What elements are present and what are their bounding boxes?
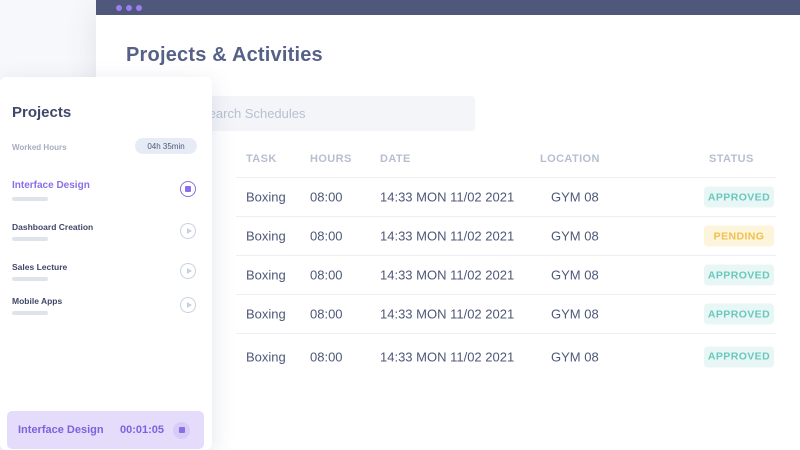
cell-location: GYM 08 bbox=[551, 349, 599, 364]
cell-date: 14:33 MON 11/02 2021 bbox=[380, 228, 515, 244]
play-icon[interactable] bbox=[180, 297, 196, 313]
project-progress-bar bbox=[12, 277, 48, 281]
timer-project-label: Interface Design bbox=[18, 424, 104, 436]
active-timer[interactable]: Interface Design 00:01:05 bbox=[7, 411, 204, 449]
table-row[interactable]: Boxing 08:00 14:33 MON 11/02 2021 GYM 08… bbox=[236, 178, 776, 217]
cell-hours: 08:00 bbox=[310, 349, 343, 364]
sidebar-title: Projects bbox=[12, 104, 72, 121]
project-item-interface-design[interactable]: Interface Design bbox=[12, 180, 198, 210]
cell-task: Boxing bbox=[246, 267, 286, 283]
status-badge: APPROVED bbox=[704, 186, 774, 208]
stop-icon[interactable] bbox=[173, 421, 190, 439]
project-label: Dashboard Creation bbox=[12, 222, 94, 232]
header-task[interactable]: TASK bbox=[246, 153, 277, 165]
table-row[interactable]: Boxing 08:00 14:33 MON 11/02 2021 GYM 08… bbox=[236, 295, 776, 334]
project-item-mobile-apps[interactable]: Mobile Apps bbox=[12, 296, 198, 326]
status-badge: APPROVED bbox=[704, 303, 774, 325]
window-maximize-dot-icon[interactable] bbox=[136, 4, 142, 11]
play-icon[interactable] bbox=[180, 263, 196, 279]
cell-hours: 08:00 bbox=[310, 267, 343, 283]
cell-task: Boxing bbox=[246, 228, 286, 244]
status-badge: APPROVED bbox=[704, 264, 774, 286]
window-minimize-dot-icon[interactable] bbox=[126, 4, 132, 11]
cell-location: GYM 08 bbox=[551, 306, 599, 322]
cell-date: 14:33 MON 11/02 2021 bbox=[380, 267, 515, 283]
header-status[interactable]: STATUS bbox=[709, 153, 754, 165]
cell-hours: 08:00 bbox=[310, 189, 343, 205]
cell-hours: 08:00 bbox=[310, 306, 343, 322]
project-label: Mobile Apps bbox=[12, 296, 63, 306]
project-progress-bar bbox=[12, 311, 48, 315]
project-progress-bar bbox=[12, 197, 48, 201]
project-label: Interface Design bbox=[12, 180, 90, 191]
stop-icon[interactable] bbox=[180, 181, 196, 197]
cell-date: 14:33 MON 11/02 2021 bbox=[380, 306, 515, 322]
activities-table: TASK HOURS DATE LOCATION STATUS Boxing 0… bbox=[236, 146, 776, 379]
status-badge: PENDING bbox=[704, 225, 774, 247]
cell-task: Boxing bbox=[246, 306, 286, 322]
table-row[interactable]: Boxing 08:00 14:33 MON 11/02 2021 GYM 08… bbox=[236, 256, 776, 295]
window-close-dot-icon[interactable] bbox=[116, 4, 122, 11]
page-title: Projects & Activities bbox=[126, 44, 323, 66]
header-hours[interactable]: HOURS bbox=[310, 153, 352, 165]
header-date[interactable]: DATE bbox=[380, 153, 411, 165]
app-stage: Projects & Activities TASK HOURS DATE LO… bbox=[0, 0, 800, 450]
table-row[interactable]: Boxing 08:00 14:33 MON 11/02 2021 GYM 08… bbox=[236, 334, 776, 379]
project-progress-bar bbox=[12, 237, 48, 241]
cell-location: GYM 08 bbox=[551, 228, 599, 244]
cell-task: Boxing bbox=[246, 189, 286, 205]
cell-location: GYM 08 bbox=[551, 267, 599, 283]
header-location[interactable]: LOCATION bbox=[540, 153, 600, 165]
table-header: TASK HOURS DATE LOCATION STATUS bbox=[236, 146, 776, 178]
window-titlebar bbox=[96, 0, 800, 15]
status-badge: APPROVED bbox=[704, 346, 774, 367]
project-label: Sales Lecture bbox=[12, 262, 68, 272]
timer-elapsed-time: 00:01:05 bbox=[120, 424, 165, 436]
table-row[interactable]: Boxing 08:00 14:33 MON 11/02 2021 GYM 08… bbox=[236, 217, 776, 256]
cell-date: 14:33 MON 11/02 2021 bbox=[380, 189, 515, 205]
project-item-dashboard-creation[interactable]: Dashboard Creation bbox=[12, 222, 198, 252]
worked-hours-label: Worked Hours bbox=[12, 143, 67, 152]
project-item-sales-lecture[interactable]: Sales Lecture bbox=[12, 262, 198, 292]
projects-sidebar: Projects Worked Hours 04h 35min Interfac… bbox=[0, 77, 212, 450]
play-icon[interactable] bbox=[180, 223, 196, 239]
cell-task: Boxing bbox=[246, 349, 286, 364]
worked-hours-badge: 04h 35min bbox=[135, 138, 197, 154]
cell-date: 14:33 MON 11/02 2021 bbox=[380, 349, 515, 364]
cell-location: GYM 08 bbox=[551, 189, 599, 205]
cell-hours: 08:00 bbox=[310, 228, 343, 244]
